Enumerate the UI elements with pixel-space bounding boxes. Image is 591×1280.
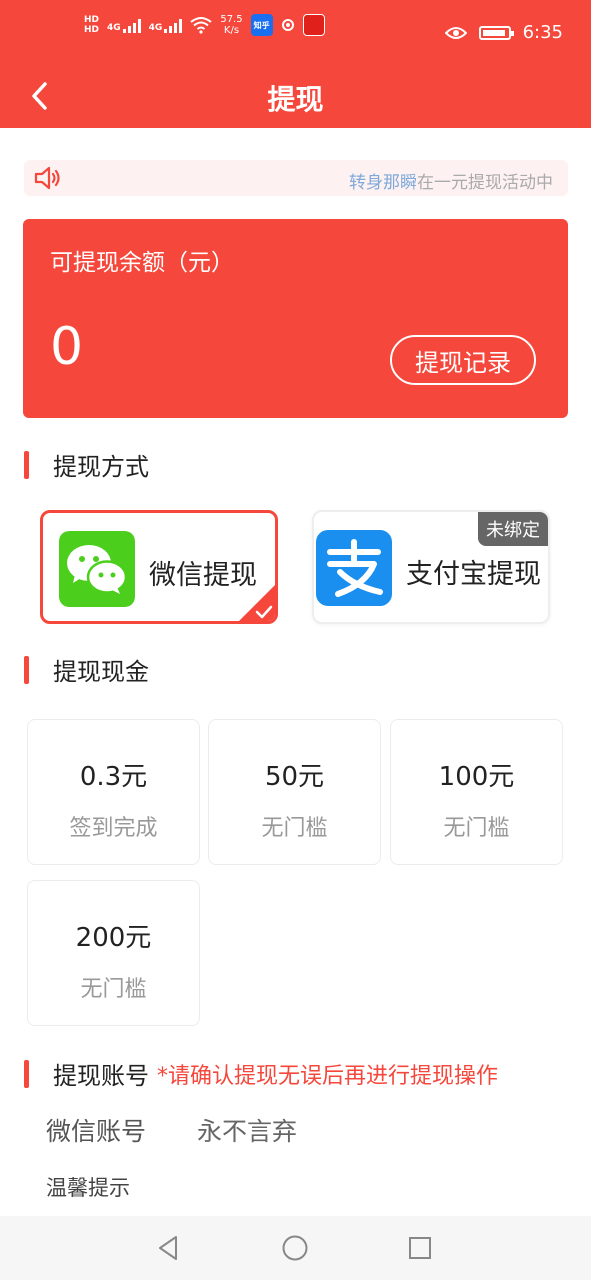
wifi-icon	[190, 17, 212, 34]
alipay-method-label: 支付宝提现	[406, 559, 541, 590]
nav-back-button[interactable]	[150, 1230, 186, 1266]
circle-home-icon	[282, 1235, 308, 1261]
amount-note: 无门槛	[443, 816, 510, 841]
wechat-method-option[interactable]: 微信提现	[40, 510, 278, 624]
amount-option[interactable]: 100元 无门槛	[390, 719, 563, 865]
network-type-1: 4G	[107, 23, 121, 33]
alipay-icon	[316, 530, 392, 606]
section-withdraw-account: 提现账号 *请确认提现无误后再进行提现操作	[24, 1056, 498, 1091]
signal-1: 4G	[107, 17, 141, 33]
account-label: 微信账号	[46, 1117, 147, 1146]
hd-indicators: HD HD	[84, 15, 99, 35]
zhihu-app-icon: 知乎	[250, 14, 273, 36]
app-header: 提现	[0, 62, 591, 128]
amount-note: 无门槛	[80, 977, 147, 1002]
notice-text: 转身那瞬在一元提现活动中	[349, 168, 553, 193]
clock-time: 6:35	[522, 22, 563, 43]
balance-label: 可提现余额（元）	[50, 250, 234, 276]
status-left: HD HD 4G 4G 57.5 K/s 知乎	[84, 14, 325, 36]
wechat-icon	[59, 531, 135, 607]
news-app-icon	[302, 14, 325, 36]
amount-note: 签到完成	[69, 816, 158, 841]
network-speed: 57.5 K/s	[220, 14, 242, 36]
network-speed-value: 57.5	[220, 14, 243, 25]
alipay-method-option[interactable]: 支付宝提现 未绑定	[312, 510, 550, 624]
square-recents-icon	[409, 1237, 431, 1259]
section-accent-bar	[24, 450, 29, 479]
section-title: 提现现金	[53, 658, 149, 686]
amount-value: 0.3元	[79, 762, 148, 792]
signal-bars-2-icon	[164, 17, 183, 33]
hd-label-2: HD	[84, 25, 100, 35]
section-accent-bar	[24, 1059, 29, 1088]
network-speed-unit: K/s	[223, 25, 240, 36]
tip-label: 温馨提示	[46, 1176, 130, 1200]
eye-comfort-icon	[444, 26, 467, 39]
network-type-2: 4G	[148, 23, 163, 33]
amount-value: 50元	[264, 762, 325, 792]
battery-icon	[478, 25, 514, 40]
balance-value: 0	[50, 317, 84, 377]
system-nav-bar	[0, 1216, 591, 1280]
amount-option[interactable]: 200元 无门槛	[27, 880, 200, 1026]
notice-username: 转身那瞬	[349, 173, 417, 193]
hd-label-1: HD	[84, 15, 100, 25]
status-right: 6:35	[444, 22, 563, 43]
signal-bars-1-icon	[122, 17, 141, 33]
account-value: 永不言弃	[197, 1117, 298, 1146]
status-bar: HD HD 4G 4G 57.5 K/s 知乎 6:35	[0, 0, 591, 62]
amount-note: 无门槛	[261, 816, 328, 841]
amount-option[interactable]: 50元 无门槛	[208, 719, 381, 865]
signal-2: 4G	[149, 17, 183, 33]
account-warning-note: *请确认提现无误后再进行提现操作	[157, 1063, 499, 1089]
page-title: 提现	[267, 83, 324, 116]
amount-option[interactable]: 0.3元 签到完成	[27, 719, 200, 865]
section-withdraw-method: 提现方式	[24, 447, 149, 482]
section-title: 提现账号	[53, 1062, 149, 1090]
amount-value: 200元	[75, 923, 152, 953]
selected-check-icon	[239, 585, 275, 621]
section-withdraw-amount: 提现现金	[24, 652, 149, 687]
nav-recents-button[interactable]	[402, 1230, 438, 1266]
notification-dot-icon	[281, 19, 294, 31]
notice-bar: 转身那瞬在一元提现活动中	[24, 160, 568, 196]
nav-home-button[interactable]	[277, 1230, 313, 1266]
unbound-badge: 未绑定	[478, 512, 548, 546]
section-accent-bar	[24, 655, 29, 684]
speaker-icon	[34, 166, 60, 190]
notice-message: 在一元提现活动中	[417, 173, 553, 193]
amount-value: 100元	[438, 762, 515, 792]
section-title: 提现方式	[53, 453, 149, 481]
withdraw-record-button[interactable]: 提现记录	[390, 335, 536, 385]
balance-card: 可提现余额（元） 0 提现记录	[23, 219, 568, 418]
triangle-back-icon	[159, 1236, 177, 1260]
